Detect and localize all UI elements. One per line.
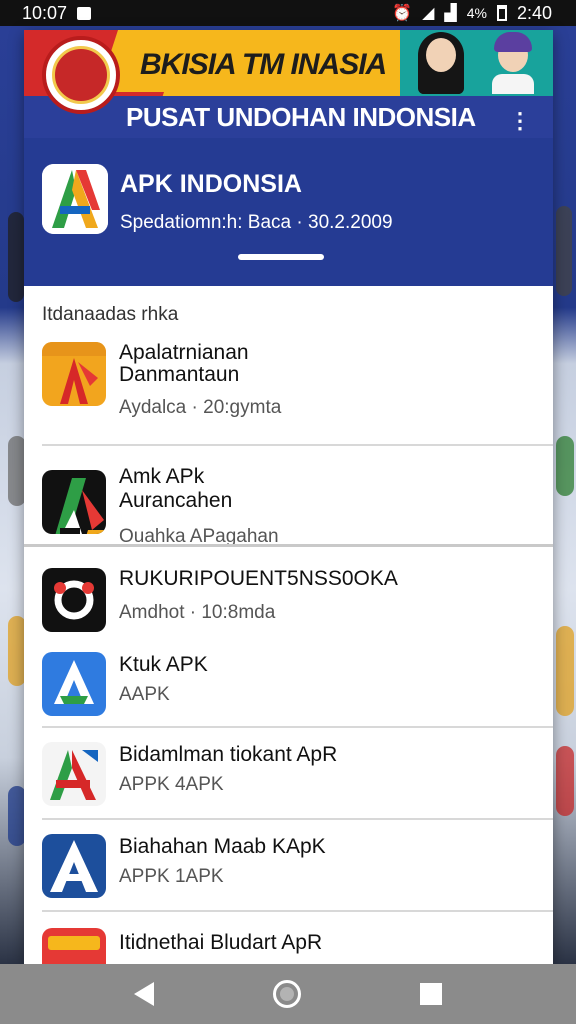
apk-indonesia-logo-icon [42, 164, 108, 234]
list-item[interactable]: Biahahan Maab KApK APPK 1APK [24, 834, 553, 900]
apk-sheet: BKISIA TM INASIA PUSAT UNDOHAN INDONSIA … [24, 30, 553, 964]
list-item[interactable]: Bidamlman tiokant ApR APPK 4APK [24, 742, 553, 808]
back-icon[interactable] [133, 982, 154, 1006]
navigation-bar [0, 964, 576, 1024]
apk-navy-icon [42, 834, 106, 898]
item-subtitle: AAPK [119, 684, 170, 705]
recent-apps-icon[interactable] [420, 983, 443, 1005]
drag-handle[interactable] [238, 254, 324, 260]
section-divider [24, 544, 553, 547]
list-item[interactable]: Itidnethai Bludart ApR [24, 928, 553, 964]
list-item[interactable]: Amk APk Aurancahen Ouahka APagahan [24, 462, 553, 562]
item-title: RUKURIPOUENT5NSS0OKA [119, 567, 398, 590]
divider [42, 910, 553, 912]
item-title: Itidnethai Bludart ApR [119, 931, 323, 954]
home-icon[interactable] [272, 980, 301, 1008]
status-time: 10:07 [22, 2, 68, 23]
item-subtitle: APPK 4APK [119, 774, 224, 795]
item-title: Ktuk APK [119, 653, 208, 676]
signal-icon: ▟ [444, 5, 457, 22]
item-subtitle: Amdhot · 10:8mda [119, 602, 276, 623]
apk-red-orange-icon [42, 928, 106, 964]
section-heading: Itdanaadas rhka [42, 304, 179, 325]
battery-percent: 4% [466, 5, 487, 21]
apk-green-black-icon [42, 470, 106, 534]
item-title-line2: Aurancahen [119, 489, 233, 512]
app-header: APK INDONSIA Spedatiomn:h: Baca · 30.2.2… [24, 138, 553, 286]
item-title-line2: Danmantaun [119, 363, 240, 386]
app-subtitle: Spedatiomn:h: Baca · 30.2.2009 [120, 212, 393, 233]
item-title: Bidamlman tiokant ApR [119, 743, 338, 766]
apk-red-circle-icon [42, 568, 106, 632]
divider [42, 818, 553, 820]
banner-title: BKISIA TM INASIA [140, 48, 387, 81]
list-item[interactable]: Apalatrnianan Danmantaun Aydalca · 20:gy… [24, 342, 553, 442]
item-subtitle: APPK 1APK [119, 866, 224, 887]
emblem-logo [42, 36, 120, 114]
promo-banner[interactable]: BKISIA TM INASIA PUSAT UNDOHAN INDONSIA … [24, 30, 553, 138]
item-title: Apalatrnianan [119, 341, 249, 364]
app-title: APK INDONSIA [120, 170, 302, 198]
list-item[interactable]: RUKURIPOUENT5NSS0OKA Amdhot · 10:8mda [24, 568, 553, 634]
notification-icon [77, 6, 92, 20]
apk-red-white-icon [42, 742, 106, 806]
item-title: Amk APk [119, 465, 205, 488]
item-subtitle: Aydalca · 20:gymta [119, 397, 282, 418]
apk-blue-icon [42, 652, 106, 716]
list-item[interactable]: Ktuk APK AAPK [24, 652, 553, 718]
battery-icon [496, 5, 507, 21]
banner-subtitle: PUSAT UNDOHAN INDONSIA [126, 102, 476, 132]
apk-orange-icon [42, 342, 106, 406]
more-options-icon[interactable]: ⋮ [509, 110, 531, 132]
divider [42, 444, 553, 446]
alarm-icon: ⏰ [392, 5, 413, 22]
status-bar: 10:07 ⏰ ◢ ▟ 4% 2:40 [0, 0, 576, 26]
people-illustration [400, 30, 553, 96]
wifi-icon: ◢ [422, 5, 435, 22]
status-clock: 2:40 [516, 2, 552, 23]
divider [42, 726, 553, 728]
item-title: Biahahan Maab KApK [119, 835, 326, 858]
